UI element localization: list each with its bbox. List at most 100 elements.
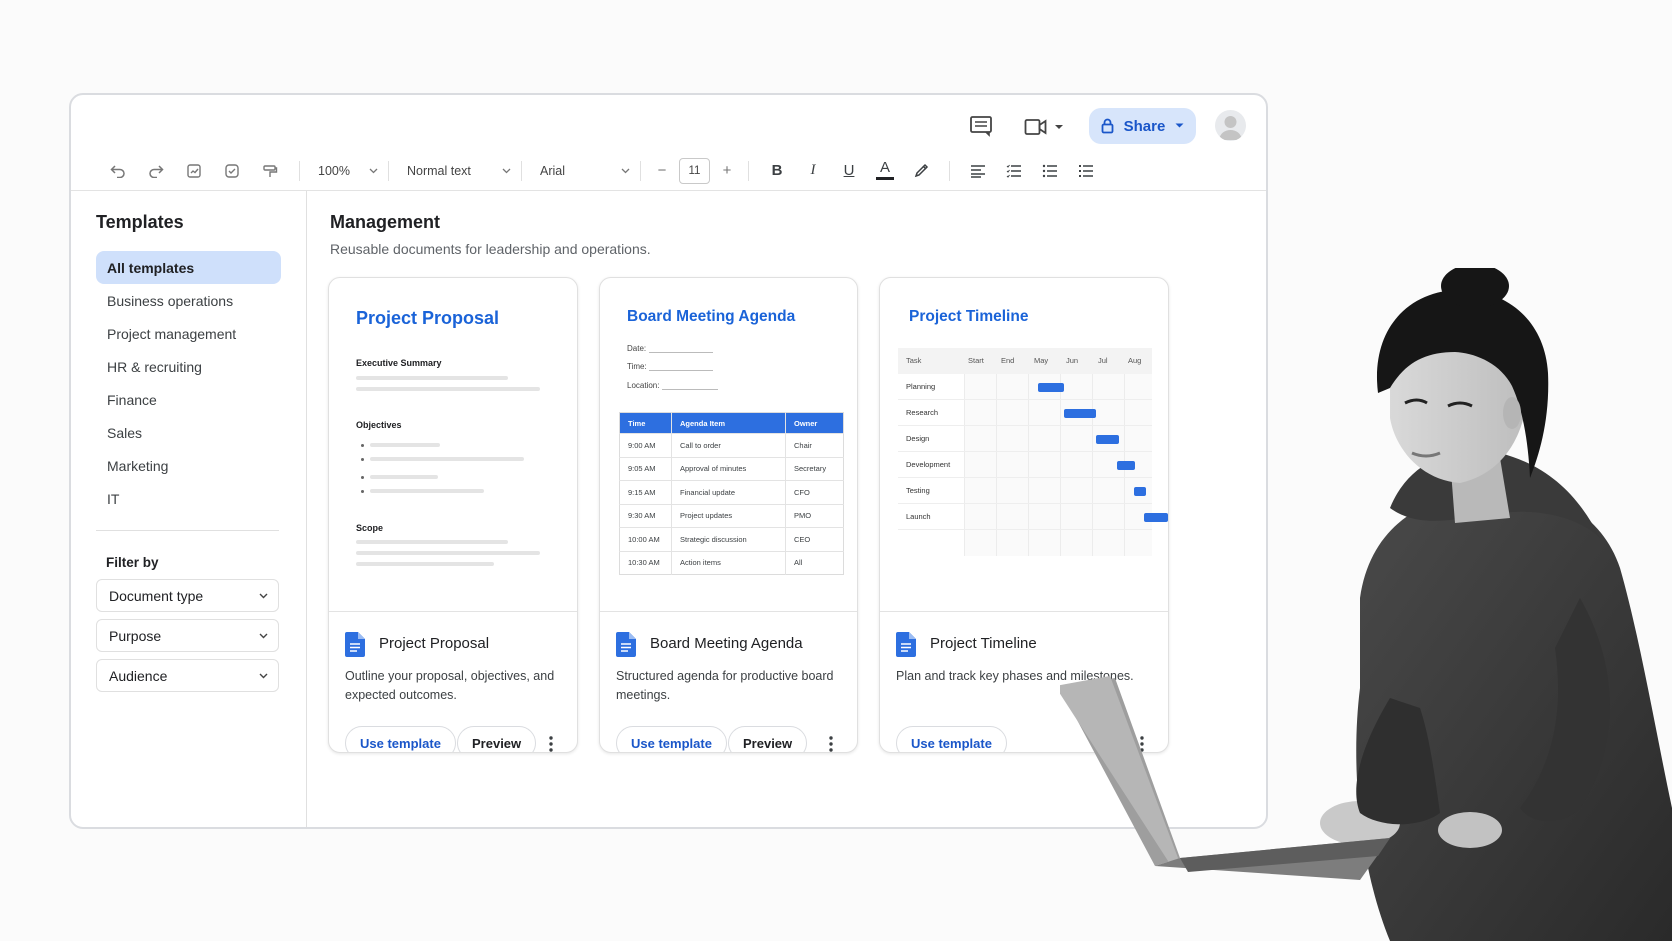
filter-purpose[interactable]: Purpose xyxy=(96,619,279,652)
sidebar-item-label: Business operations xyxy=(107,292,234,309)
description-line: expected outcomes. xyxy=(345,688,457,702)
agenda-cell: Action items xyxy=(671,550,786,575)
preview-text-line xyxy=(370,489,484,493)
sidebar-item-it[interactable]: IT xyxy=(96,482,281,515)
use-template-button[interactable]: Use template xyxy=(616,726,727,752)
use-template-button[interactable]: Use template xyxy=(896,726,1007,752)
agenda-header-cell: Time xyxy=(619,412,672,434)
field-underline xyxy=(662,389,718,390)
sidebar-item-finance[interactable]: Finance xyxy=(96,383,281,416)
spellcheck-icon[interactable] xyxy=(213,156,251,186)
agenda-row: 10:30 AM Action items All xyxy=(619,550,844,575)
preview-text-line xyxy=(370,443,440,447)
bold-icon: B xyxy=(771,162,783,179)
chevron-down-icon xyxy=(621,168,630,173)
sidebar-divider xyxy=(96,530,279,531)
italic-button[interactable]: I xyxy=(795,156,831,186)
sidebar-item-sales[interactable]: Sales xyxy=(96,416,281,449)
share-button[interactable]: Share xyxy=(1089,108,1196,144)
preview-text-line xyxy=(356,551,540,555)
checklist-button[interactable] xyxy=(996,156,1032,186)
agenda-cell: CFO xyxy=(785,480,844,504)
more-options-icon[interactable] xyxy=(821,734,841,753)
template-card-board-meeting-agenda[interactable]: Board Meeting Agenda Date: Time: Locatio… xyxy=(599,277,858,753)
field-underline xyxy=(649,370,713,371)
style-dropdown[interactable]: Normal text xyxy=(399,156,511,186)
agenda-cell: 10:00 AM xyxy=(619,527,672,551)
meet-button[interactable] xyxy=(1024,115,1072,139)
card-description: Structured agenda for productive board m… xyxy=(616,667,834,705)
template-preview[interactable]: Board Meeting Agenda Date: Time: Locatio… xyxy=(600,278,857,612)
underline-button[interactable]: U xyxy=(831,156,867,186)
preview-field: Location: xyxy=(627,381,660,390)
paint-format-icon[interactable] xyxy=(251,156,289,186)
agenda-cell: Call to order xyxy=(671,433,786,457)
category-list: All templates Business operations Projec… xyxy=(96,251,281,515)
bullet xyxy=(361,490,364,493)
preview-button[interactable]: Preview xyxy=(728,726,808,752)
docs-file-icon xyxy=(896,632,916,657)
toolbar-divider xyxy=(388,160,389,181)
sidebar-item-label: Finance xyxy=(107,391,157,408)
more-options-icon[interactable] xyxy=(541,734,561,753)
avatar[interactable] xyxy=(1215,110,1246,141)
chevron-down-icon xyxy=(1055,125,1063,129)
highlight-button[interactable] xyxy=(903,156,939,186)
preview-button[interactable]: Preview xyxy=(457,726,537,752)
sidebar-item-label: Sales xyxy=(107,424,143,441)
gantt-column-label: Task xyxy=(906,356,922,365)
template-card-project-proposal[interactable]: Project Proposal Executive Summary Objec… xyxy=(328,277,578,753)
toolbar-divider xyxy=(521,160,522,181)
preview-title: Board Meeting Agenda xyxy=(627,308,796,325)
undo-icon[interactable] xyxy=(99,156,137,186)
sidebar-item-hr-recruiting[interactable]: HR & recruiting xyxy=(96,350,281,383)
agenda-header-cell: Owner xyxy=(785,412,844,434)
template-preview[interactable]: Project Proposal Executive Summary Objec… xyxy=(329,278,577,612)
text-color-button[interactable]: A xyxy=(867,156,903,186)
preview-field: Time: xyxy=(627,362,647,371)
gantt-column-label: Start xyxy=(968,356,984,365)
docs-file-icon xyxy=(616,632,636,657)
bulleted-list-button[interactable] xyxy=(1032,156,1068,186)
zoom-dropdown[interactable]: 100% xyxy=(310,156,378,186)
agenda-cell: Project updates xyxy=(671,503,786,528)
chevron-down-icon xyxy=(259,633,268,638)
filter-document-type[interactable]: Document type xyxy=(96,579,279,612)
sidebar-item-marketing[interactable]: Marketing xyxy=(96,449,281,482)
sidebar-title: Templates xyxy=(96,212,184,232)
agenda-cell: 9:00 AM xyxy=(619,433,672,457)
description-line: Outline your proposal, objectives, and xyxy=(345,669,555,683)
bullet xyxy=(361,458,364,461)
sidebar-item-all-templates[interactable]: All templates xyxy=(96,251,281,284)
align-button[interactable] xyxy=(960,156,996,186)
preview-field: Date: xyxy=(627,344,647,353)
sidebar-item-label: HR & recruiting xyxy=(107,358,202,375)
filter-label: Document type xyxy=(109,587,204,604)
preview-text-line xyxy=(356,540,508,544)
bold-button[interactable]: B xyxy=(759,156,795,186)
font-value: Arial xyxy=(540,163,566,178)
preview-title: Project Timeline xyxy=(909,308,1029,325)
highlighter-icon xyxy=(914,163,929,177)
share-label: Share xyxy=(1123,117,1166,135)
font-dropdown[interactable]: Arial xyxy=(532,156,630,186)
comment-icon[interactable] xyxy=(969,115,993,137)
filter-audience[interactable]: Audience xyxy=(96,659,279,692)
font-size-input[interactable]: 11 xyxy=(679,157,710,184)
chevron-down-icon xyxy=(259,673,268,678)
sidebar-item-business-operations[interactable]: Business operations xyxy=(96,284,281,317)
field-underline xyxy=(649,352,713,353)
decrease-font-size-button[interactable]: − xyxy=(651,156,673,186)
redo-icon[interactable] xyxy=(137,156,175,186)
toolbar-divider xyxy=(640,160,641,181)
card-body: Project Proposal Outline your proposal, … xyxy=(329,612,577,753)
templates-sidebar: Templates All templates Business operati… xyxy=(71,191,307,827)
use-template-button[interactable]: Use template xyxy=(345,726,456,752)
agenda-cell: 9:15 AM xyxy=(619,480,672,504)
numbered-list-button[interactable] xyxy=(1068,156,1104,186)
gantt-column-label: May xyxy=(1034,356,1049,365)
increase-font-size-button[interactable]: + xyxy=(716,156,738,186)
agenda-cell: All xyxy=(785,550,844,575)
sidebar-item-project-management[interactable]: Project management xyxy=(96,317,281,350)
print-icon[interactable] xyxy=(175,156,213,186)
